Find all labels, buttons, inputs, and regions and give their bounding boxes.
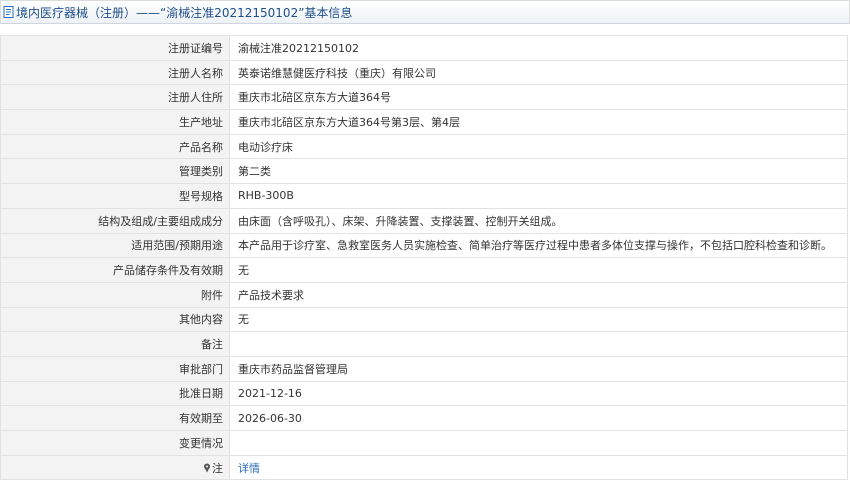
field-label: 产品名称 (0, 133, 230, 160)
field-label: 附件 (0, 281, 230, 308)
field-label: 管理类别 (0, 158, 230, 185)
table-row: 结构及组成/主要组成成分 由床面（含呼吸孔）、床架、升降装置、支撑装置、控制开关组… (0, 207, 848, 234)
table-row: 备注 (0, 331, 848, 357)
table-row: 产品储存条件及有效期无 (0, 257, 848, 283)
field-value: 重庆市药品监督管理局 (229, 355, 848, 382)
table-row: 注册人住所 重庆市北碚区京东方大道364号 (0, 84, 848, 111)
field-value: 渝械注准20212150102 (229, 35, 848, 61)
table-row: 有效期至 2026-06-30 (0, 405, 848, 431)
field-value: 重庆市北碚区京东方大道364号第3层、第4层 (229, 109, 848, 135)
detail-table: 注册证编号 渝械注准20212150102 注册人名称 英泰诺维慧健医疗科技（重庆）有… (0, 35, 848, 481)
field-value: 英泰诺维慧健医疗科技（重庆）有限公司 (229, 59, 848, 86)
note-label: 注 (212, 461, 223, 475)
table-row: 批准日期 2021-12-16 (0, 380, 848, 407)
detail-table-body: 注册证编号 渝械注准20212150102 注册人名称 英泰诺维慧健医疗科技（重庆）有… (0, 35, 848, 481)
field-value: 2026-06-30 (229, 405, 848, 431)
field-label: 变更情况 (0, 430, 230, 456)
field-label: 产品储存条件及有效期 (0, 257, 230, 283)
field-label: 型号规格 (0, 183, 230, 209)
field-label: 审批部门 (0, 355, 230, 382)
field-value (229, 331, 848, 357)
field-value: 重庆市北碚区京东方大道364号 (229, 84, 848, 111)
table-row: 注册证编号 渝械注准20212150102 (0, 35, 848, 61)
details-link[interactable]: 详情 (238, 462, 260, 475)
table-row: 型号规格 RHB-300B (0, 183, 848, 209)
field-label: 生产地址 (0, 109, 230, 135)
field-label: 注册证编号 (0, 35, 230, 61)
field-label: 批准日期 (0, 380, 230, 407)
field-label: 其他内容 (0, 306, 230, 333)
field-label: 注册人住所 (0, 84, 230, 111)
field-value: RHB-300B (229, 183, 848, 209)
pin-icon (204, 463, 210, 473)
table-row: 审批部门 重庆市药品监督管理局 (0, 355, 848, 382)
field-value: 电动诊疗床 (229, 133, 848, 160)
field-value (229, 430, 848, 456)
note-label-cell: 注 (0, 454, 230, 481)
table-row: 产品名称 电动诊疗床 (0, 133, 848, 160)
table-row-note: 注 详情 (0, 454, 848, 481)
page-header: 境内医疗器械（注册）——“渝械注准20212150102”基本信息 (0, 0, 850, 24)
table-row: 生产地址 重庆市北碚区京东方大道364号第3层、第4层 (0, 109, 848, 135)
field-label: 注册人名称 (0, 59, 230, 86)
table-row: 变更情况 (0, 430, 848, 456)
table-row: 附件 产品技术要求 (0, 281, 848, 308)
field-label: 有效期至 (0, 405, 230, 431)
table-row: 其他内容无 (0, 306, 848, 333)
field-label: 结构及组成/主要组成成分 (0, 207, 230, 234)
table-row: 注册人名称 英泰诺维慧健医疗科技（重庆）有限公司 (0, 59, 848, 86)
field-value: 2021-12-16 (229, 380, 848, 407)
field-value: 无 (229, 257, 848, 283)
field-value: 由床面（含呼吸孔）、床架、升降装置、支撑装置、控制开关组成。 (229, 207, 848, 234)
field-label: 适用范围/预期用途 (0, 232, 230, 259)
table-row: 适用范围/预期用途 本产品用于诊疗室、急救室医务人员实施检查、简单治疗等医疗过程中… (0, 232, 848, 259)
field-label: 备注 (0, 331, 230, 357)
note-value-cell: 详情 (229, 454, 848, 481)
document-icon (3, 6, 14, 18)
field-value: 本产品用于诊疗室、急救室医务人员实施检查、简单治疗等医疗过程中患者多体位支撑与操… (229, 232, 848, 259)
field-value: 第二类 (229, 158, 848, 185)
table-row: 管理类别 第二类 (0, 158, 848, 185)
field-value: 无 (229, 306, 848, 333)
field-value: 产品技术要求 (229, 281, 848, 308)
page-title: 境内医疗器械（注册）——“渝械注准20212150102”基本信息 (16, 5, 353, 20)
